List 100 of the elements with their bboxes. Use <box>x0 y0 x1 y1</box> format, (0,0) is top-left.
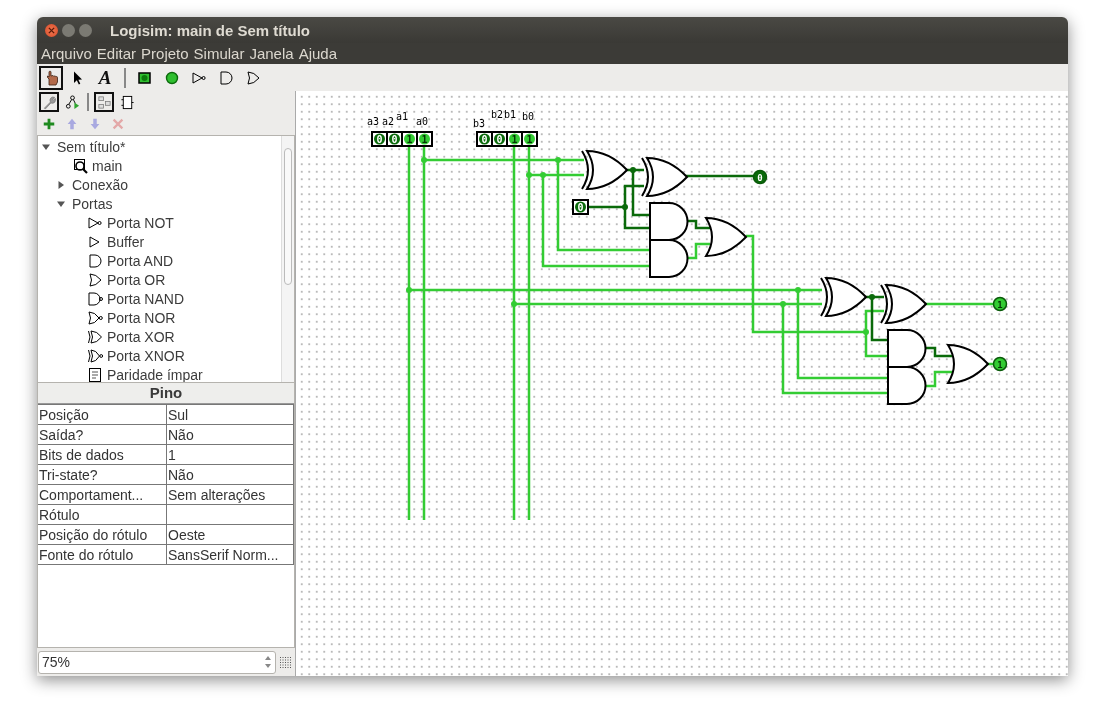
attribute-value[interactable]: Não <box>166 464 294 485</box>
wire <box>926 302 994 306</box>
tree-item[interactable]: Porta NOT <box>107 214 174 231</box>
maximize-button[interactable] <box>79 23 92 37</box>
wire-junction <box>526 172 532 178</box>
panel-title: Pino <box>38 383 294 404</box>
xnor-gate-icon <box>87 347 103 364</box>
wire-junction <box>780 301 786 307</box>
and-gate <box>649 202 689 241</box>
pin-label: a3 <box>367 116 380 127</box>
wire-junction <box>622 204 628 210</box>
attribute-name: Saída? <box>38 424 167 445</box>
not-gate-icon <box>191 69 207 86</box>
input-pin[interactable]: 1 <box>521 131 538 147</box>
menu-item[interactable]: Projeto <box>140 45 193 62</box>
wire-junction <box>795 287 801 293</box>
tree-item[interactable]: Conexão <box>72 176 129 193</box>
circuit-magnifier-icon <box>72 157 88 174</box>
hierarchy-icon <box>64 94 80 110</box>
nor-gate-icon <box>87 309 103 326</box>
output-pin-icon <box>164 69 180 86</box>
and-gate <box>887 329 927 368</box>
attribute-name: Comportament... <box>38 484 167 505</box>
and-gate-icon <box>87 252 103 269</box>
attribute-name: Bits de dados <box>38 444 167 465</box>
layout-icon <box>96 94 112 110</box>
wire-junction <box>406 287 412 293</box>
collapse-arrow-icon[interactable] <box>57 199 65 208</box>
nand-gate-icon <box>87 290 103 307</box>
tree-item[interactable]: Portas <box>72 195 113 212</box>
tree-item[interactable]: Porta OR <box>107 271 166 288</box>
minimize-button[interactable] <box>62 23 75 37</box>
or-gate-icon <box>245 69 261 86</box>
attribute-value[interactable]: 1 <box>166 444 294 465</box>
tree-item[interactable]: main <box>92 157 123 174</box>
input-pin[interactable]: 0 <box>476 131 493 147</box>
attribute-name: Fonte do rótulo <box>38 544 167 565</box>
attribute-name: Posição <box>38 404 167 425</box>
scrollbar[interactable] <box>281 136 294 382</box>
attribute-value[interactable]: Sem alterações <box>166 484 294 505</box>
attribute-name: Tri-state? <box>38 464 167 485</box>
tree-item[interactable]: Paridade ímpar <box>107 366 203 382</box>
input-pin[interactable]: 0 <box>386 131 403 147</box>
spinner-arrows-icon[interactable] <box>264 654 272 669</box>
tree-item[interactable]: Porta AND <box>107 252 174 269</box>
pin-label: b3 <box>473 118 486 129</box>
attribute-name: Posição do rótulo <box>38 524 167 545</box>
input-pin[interactable]: 1 <box>401 131 418 147</box>
pin-label: b2 <box>491 109 504 120</box>
tree-item[interactable]: Porta NOR <box>107 309 176 326</box>
menu-item[interactable]: Janela <box>248 45 298 62</box>
tree-item[interactable]: Porta XNOR <box>107 347 185 364</box>
layout-button[interactable] <box>94 92 114 112</box>
pin-label: a0 <box>416 116 429 127</box>
pin-label: b1 <box>504 109 517 120</box>
plus-icon <box>42 117 56 131</box>
input-pin[interactable]: 0 <box>572 199 589 215</box>
component-outline-icon <box>119 94 135 110</box>
wire-junction <box>869 294 875 300</box>
tree-item[interactable]: Sem título* <box>57 138 126 155</box>
window-title: Logisim: main de Sem título <box>110 21 311 39</box>
zoom-field[interactable]: 75% <box>38 650 276 674</box>
attribute-value[interactable] <box>166 504 294 525</box>
grid-toggle-icon[interactable] <box>279 656 291 668</box>
wrench-button[interactable] <box>39 92 59 112</box>
input-pin[interactable]: 1 <box>506 131 523 147</box>
menu-item[interactable]: Ajuda <box>297 45 341 62</box>
attribute-value[interactable]: SansSerif Norm... <box>166 544 294 565</box>
or-gate <box>705 217 747 257</box>
input-pin[interactable]: 1 <box>416 131 433 147</box>
wire-junction <box>421 157 427 163</box>
wire <box>688 242 710 260</box>
not-gate-icon <box>87 214 103 231</box>
delete-icon <box>111 117 125 131</box>
pin-label: b0 <box>522 111 535 122</box>
input-pin-icon <box>137 69 153 86</box>
input-pin[interactable]: 0 <box>491 131 508 147</box>
hand-tool-button[interactable] <box>39 65 63 90</box>
tree-item[interactable]: Buffer <box>107 233 145 250</box>
down-arrow-icon <box>88 117 102 131</box>
and-gate <box>649 239 689 278</box>
attribute-value[interactable]: Oeste <box>166 524 294 545</box>
tree-item[interactable]: Porta NAND <box>107 290 185 307</box>
tree-item[interactable]: Porta XOR <box>107 328 175 345</box>
wrench-icon <box>41 94 57 110</box>
attribute-value[interactable]: Sul <box>166 404 294 425</box>
xor-gate <box>880 284 927 324</box>
xor-gate <box>641 157 688 197</box>
text-tool-button[interactable]: A <box>93 65 117 90</box>
attribute-value[interactable]: Não <box>166 424 294 445</box>
input-pin[interactable]: 0 <box>371 131 388 147</box>
close-button[interactable] <box>45 23 58 37</box>
wire <box>925 346 952 358</box>
menu-item[interactable]: Editar <box>95 45 141 62</box>
menu-item[interactable]: Arquivo <box>40 45 96 62</box>
pin-label: a1 <box>396 111 409 122</box>
expand-arrow-icon[interactable] <box>57 180 65 189</box>
and-gate <box>887 366 927 405</box>
collapse-arrow-icon[interactable] <box>42 142 50 151</box>
menu-item[interactable]: Simular <box>192 45 249 62</box>
